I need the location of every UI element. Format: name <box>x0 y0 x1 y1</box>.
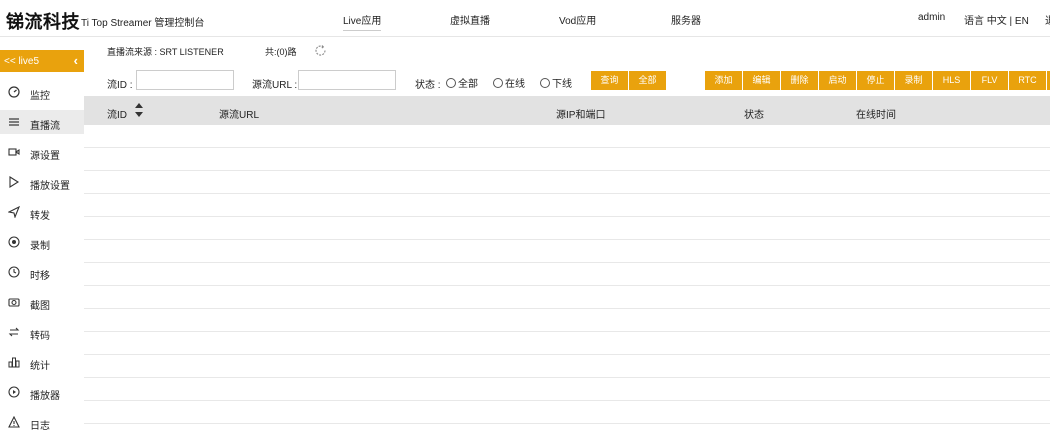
send-icon <box>8 206 20 218</box>
nav-live-app[interactable]: Live应用 <box>343 12 382 31</box>
warning-icon <box>8 416 20 428</box>
stop-button[interactable]: 停止 <box>857 71 894 90</box>
table-row-empty <box>84 286 1050 309</box>
record-icon <box>8 236 20 248</box>
logout-link[interactable]: 退 <box>1045 12 1050 27</box>
sidebar-item-label: 转发 <box>30 211 50 222</box>
sidebar-item-label: 时移 <box>30 271 50 282</box>
stream-source-label: 直播流来源 : SRT LISTENER <box>107 47 224 57</box>
table-row-empty <box>84 217 1050 240</box>
sidebar-item-label: 转码 <box>30 331 50 342</box>
stream-id-input[interactable] <box>136 70 234 90</box>
sidebar-item-label: 日志 <box>30 421 50 432</box>
radio-label: 在线 <box>505 79 525 90</box>
sidebar-item-label: 监控 <box>30 91 50 102</box>
app-subtitle: Ti Top Streamer 管理控制台 <box>81 18 205 29</box>
query-button[interactable]: 查询 <box>591 71 628 90</box>
sidebar-item-player[interactable]: 播放器 <box>0 380 84 404</box>
sidebar-item-label: 直播流 <box>30 121 60 132</box>
speedometer-icon <box>8 86 20 98</box>
nav-vod-app[interactable]: Vod应用 <box>559 12 596 27</box>
user-menu[interactable]: admin <box>918 12 945 23</box>
collapse-chevron-icon[interactable]: ‹ <box>74 53 78 68</box>
hls-button[interactable]: HLS <box>933 71 970 90</box>
flv-button[interactable]: FLV <box>971 71 1008 90</box>
table-row-empty <box>84 125 1050 148</box>
swap-icon <box>8 326 20 338</box>
sidebar-item-label: 播放器 <box>30 391 60 402</box>
sidebar-item-label: 录制 <box>30 241 50 252</box>
status-radio-online[interactable]: 在线 <box>493 75 525 90</box>
sidebar-item-live-streams[interactable]: 直播流 <box>0 110 84 134</box>
sidebar-item-monitor[interactable]: 监控 <box>0 80 84 104</box>
language-switcher[interactable]: 语言 中文 | EN <box>964 12 1029 27</box>
stream-id-label: 流ID : <box>107 80 133 91</box>
table-row-empty <box>84 401 1050 424</box>
column-header-online-time: 在线时间 <box>856 110 896 121</box>
sidebar-item-label: 源设置 <box>30 151 60 162</box>
history-icon <box>8 266 20 278</box>
play-circle-icon <box>8 386 20 398</box>
table-row-empty <box>84 332 1050 355</box>
table-row-empty <box>84 263 1050 286</box>
sidebar-item-statistics[interactable]: 统计 <box>0 350 84 374</box>
table-row-empty <box>84 355 1050 378</box>
sidebar-item-forward[interactable]: 转发 <box>0 200 84 224</box>
bar-chart-icon <box>8 356 20 368</box>
brand-logo: 锑流科技 <box>6 12 80 32</box>
stream-count: 共:(0)路 <box>265 47 297 57</box>
rtc-button[interactable]: RTC <box>1009 71 1046 90</box>
sidebar-item-label: 播放设置 <box>30 181 70 192</box>
nav-server[interactable]: 服务器 <box>671 12 701 27</box>
sidebar-item-record[interactable]: 录制 <box>0 230 84 254</box>
sidebar-app-title[interactable]: << live5 ‹ <box>0 50 84 72</box>
table-row-empty <box>84 240 1050 263</box>
record-button[interactable]: 录制 <box>895 71 932 90</box>
radio-circle-icon <box>446 78 456 88</box>
status-filter-label: 状态 : <box>415 80 441 91</box>
sidebar-item-logs[interactable]: 日志 <box>0 410 84 434</box>
sidebar-item-label: 截图 <box>30 301 50 312</box>
top-header: 锑流科技 Ti Top Streamer 管理控制台 Live应用 虚拟直播 V… <box>0 0 1050 37</box>
status-radio-all[interactable]: 全部 <box>446 75 478 90</box>
column-header-source-url: 源流URL <box>219 110 260 121</box>
table-row-empty <box>84 171 1050 194</box>
column-header-stream-id[interactable]: 流ID <box>107 106 127 121</box>
play-icon <box>8 176 20 188</box>
sidebar-item-play-settings[interactable]: 播放设置 <box>0 170 84 194</box>
edit-button[interactable]: 编辑 <box>743 71 780 90</box>
sidebar-item-timeshift[interactable]: 时移 <box>0 260 84 284</box>
source-url-input[interactable] <box>298 70 396 90</box>
video-camera-icon <box>8 146 20 158</box>
table-header: 流ID 源流URL 源IP和端口 状态 在线时间 <box>84 96 1050 125</box>
radio-circle-icon <box>493 78 503 88</box>
sidebar-item-label: 统计 <box>30 361 50 372</box>
sidebar-item-transcode[interactable]: 转码 <box>0 320 84 344</box>
radio-label: 全部 <box>458 79 478 90</box>
column-header-source-ip-port: 源IP和端口 <box>556 110 606 121</box>
refresh-icon[interactable] <box>314 44 327 57</box>
list-icon <box>8 116 20 128</box>
delete-button[interactable]: 删除 <box>781 71 818 90</box>
show-all-button[interactable]: 全部 <box>629 71 666 90</box>
source-url-label: 源流URL : <box>252 80 298 91</box>
sidebar-item-snapshot[interactable]: 截图 <box>0 290 84 314</box>
start-button[interactable]: 启动 <box>819 71 856 90</box>
nav-virtual-live[interactable]: 虚拟直播 <box>450 12 490 27</box>
radio-label: 下线 <box>552 79 572 90</box>
table-row-empty <box>84 378 1050 401</box>
table-row-empty <box>84 148 1050 171</box>
table-row-empty <box>84 309 1050 332</box>
column-header-status: 状态 <box>744 110 764 121</box>
sidebar-item-source-settings[interactable]: 源设置 <box>0 140 84 164</box>
radio-circle-icon <box>540 78 550 88</box>
add-button[interactable]: 添加 <box>705 71 742 90</box>
app-name-label: << live5 <box>4 56 40 67</box>
sidebar: << live5 ‹ 监控 直播流 源设置 播放设置 转发 录制 时移 截图 转… <box>0 38 84 438</box>
status-radio-offline[interactable]: 下线 <box>540 75 572 90</box>
table-row-empty <box>84 194 1050 217</box>
camera-icon <box>8 296 20 308</box>
sort-icon[interactable] <box>134 102 144 118</box>
